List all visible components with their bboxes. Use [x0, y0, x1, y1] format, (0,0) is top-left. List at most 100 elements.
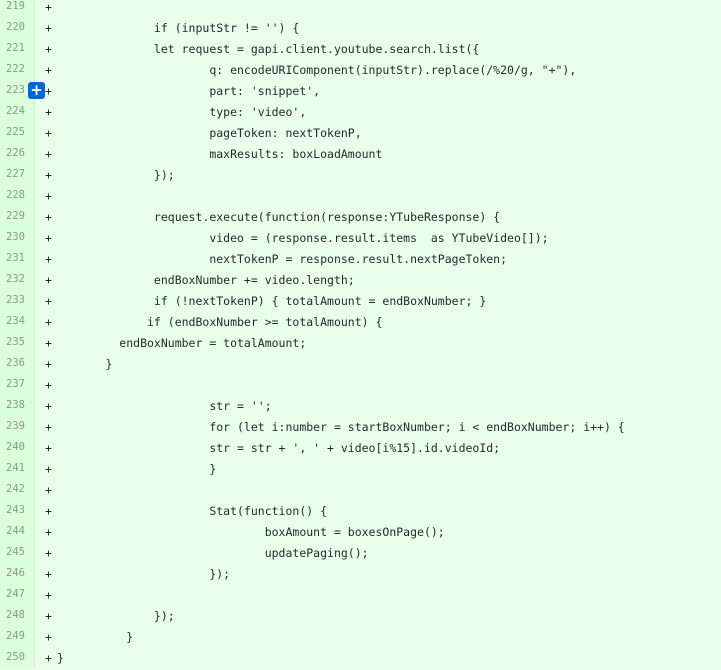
addition-sign: + — [45, 146, 52, 161]
diff-line: 244 + boxAmount = boxesOnPage(); — [0, 521, 721, 542]
diff-line: 248 + }); — [0, 605, 721, 626]
line-number[interactable]: 230 — [0, 227, 35, 248]
line-number[interactable]: 248 — [0, 605, 35, 626]
addition-sign: + — [45, 335, 52, 350]
code-text: part: 'snippet', — [57, 83, 321, 98]
addition-sign: + — [45, 398, 52, 413]
addition-sign: + — [45, 440, 52, 455]
addition-sign: + — [45, 209, 52, 224]
code-text: if (!nextTokenP) { totalAmount = endBoxN… — [57, 293, 487, 308]
code-text: str = str + ', ' + video[i%15].id.videoI… — [57, 440, 501, 455]
code-text: str = ''; — [57, 398, 272, 413]
addition-sign: + — [45, 0, 52, 14]
line-number[interactable]: 219 — [0, 0, 35, 17]
line-number[interactable]: 244 — [0, 521, 35, 542]
line-number[interactable]: 226 — [0, 143, 35, 164]
diff-line: 237 + — [0, 374, 721, 395]
diff-line: 228 + — [0, 185, 721, 206]
diff-line: 227 + }); — [0, 164, 721, 185]
diff-line: 246 + }); — [0, 563, 721, 584]
diff-line: 235 + endBoxNumber = totalAmount; — [0, 332, 721, 353]
addition-sign: + — [45, 104, 52, 119]
line-number[interactable]: 242 — [0, 479, 35, 500]
addition-sign: + — [45, 419, 52, 434]
diff-line: 222 + q: encodeURIComponent(inputStr).rep… — [0, 59, 721, 80]
line-number[interactable]: 250 — [0, 647, 35, 668]
addition-sign: + — [45, 461, 52, 476]
line-number[interactable]: 246 — [0, 563, 35, 584]
code-text: nextTokenP = response.result.nextPageTok… — [57, 251, 508, 266]
line-number[interactable]: 222 — [0, 59, 35, 80]
code-text: request.execute(function(response:YTubeR… — [57, 209, 501, 224]
code-text: Stat(function() { — [57, 503, 328, 518]
line-number[interactable]: 239 — [0, 416, 35, 437]
code-text: video = (response.result.items as YTubeV… — [57, 230, 549, 245]
addition-sign: + — [45, 125, 52, 140]
addition-sign: + — [45, 482, 52, 497]
add-comment-icon[interactable]: + — [28, 82, 45, 99]
line-number[interactable]: 232 — [0, 269, 35, 290]
code-text: if (inputStr != '') { — [57, 20, 300, 35]
code-text: }); — [57, 608, 175, 623]
diff-line: 225 + pageToken: nextTokenP, — [0, 122, 721, 143]
line-number[interactable]: 245 — [0, 542, 35, 563]
code-text: q: encodeURIComponent(inputStr).replace(… — [57, 62, 577, 77]
diff-line: 233 + if (!nextTokenP) { totalAmount = en… — [0, 290, 721, 311]
line-number[interactable]: 234 — [0, 311, 35, 332]
addition-sign: + — [45, 62, 52, 77]
code-text: } — [57, 356, 113, 371]
code-text: }); — [57, 167, 175, 182]
addition-sign: + — [45, 503, 52, 518]
line-number[interactable]: 237 — [0, 374, 35, 395]
code-text: let request = gapi.client.youtube.search… — [57, 41, 480, 56]
line-number[interactable]: 249 — [0, 626, 35, 647]
line-number[interactable]: 247 — [0, 584, 35, 605]
line-number[interactable]: 231 — [0, 248, 35, 269]
addition-sign: + — [45, 230, 52, 245]
diff-line: 219 + — [0, 0, 721, 17]
diff-line: 249 + } — [0, 626, 721, 647]
line-number[interactable]: 224 — [0, 101, 35, 122]
code-text: maxResults: boxLoadAmount — [57, 146, 383, 161]
diff-line: 247 + — [0, 584, 721, 605]
code-text: } — [57, 461, 217, 476]
diff-line: 238 + str = ''; — [0, 395, 721, 416]
addition-sign: + — [45, 272, 52, 287]
line-number[interactable]: 225 — [0, 122, 35, 143]
line-number[interactable]: 228 — [0, 185, 35, 206]
diff-line: 240 + str = str + ', ' + video[i%15].id.v… — [0, 437, 721, 458]
addition-sign: + — [45, 377, 52, 392]
addition-sign: + — [45, 41, 52, 56]
diff-line: 243 + Stat(function() { — [0, 500, 721, 521]
line-number[interactable]: 235 — [0, 332, 35, 353]
line-number[interactable]: 243 — [0, 500, 35, 521]
line-number[interactable]: 220 — [0, 17, 35, 38]
line-number[interactable]: 227 — [0, 164, 35, 185]
line-number[interactable]: 238 — [0, 395, 35, 416]
addition-sign: + — [45, 314, 52, 329]
diff-line: 236 + } — [0, 353, 721, 374]
line-number[interactable]: 236 — [0, 353, 35, 374]
code-text: endBoxNumber += video.length; — [57, 272, 355, 287]
line-number[interactable]: 240 — [0, 437, 35, 458]
diff-line: 224 + type: 'video', — [0, 101, 721, 122]
addition-sign: + — [45, 167, 52, 182]
addition-sign: + — [45, 524, 52, 539]
line-number[interactable]: 229 — [0, 206, 35, 227]
line-number[interactable]: 221 — [0, 38, 35, 59]
addition-sign: + — [45, 20, 52, 35]
code-text: updatePaging(); — [57, 545, 369, 560]
diff-line: 239 + for (let i:number = startBoxNumber;… — [0, 416, 721, 437]
diff-line: 231 + nextTokenP = response.result.nextPa… — [0, 248, 721, 269]
diff-line: 229 + request.execute(function(response:Y… — [0, 206, 721, 227]
line-number[interactable]: 233 — [0, 290, 35, 311]
diff-line: 230 + video = (response.result.items as Y… — [0, 227, 721, 248]
line-number[interactable]: 241 — [0, 458, 35, 479]
addition-sign: + — [45, 356, 52, 371]
addition-sign: + — [45, 608, 52, 623]
diff-view: 219 +220 + if (inputStr != '') { 221 + let r… — [0, 0, 721, 670]
code-text: }); — [57, 566, 231, 581]
code-text: boxAmount = boxesOnPage(); — [57, 524, 445, 539]
addition-sign: + — [45, 566, 52, 581]
code-text: endBoxNumber = totalAmount; — [57, 335, 307, 350]
